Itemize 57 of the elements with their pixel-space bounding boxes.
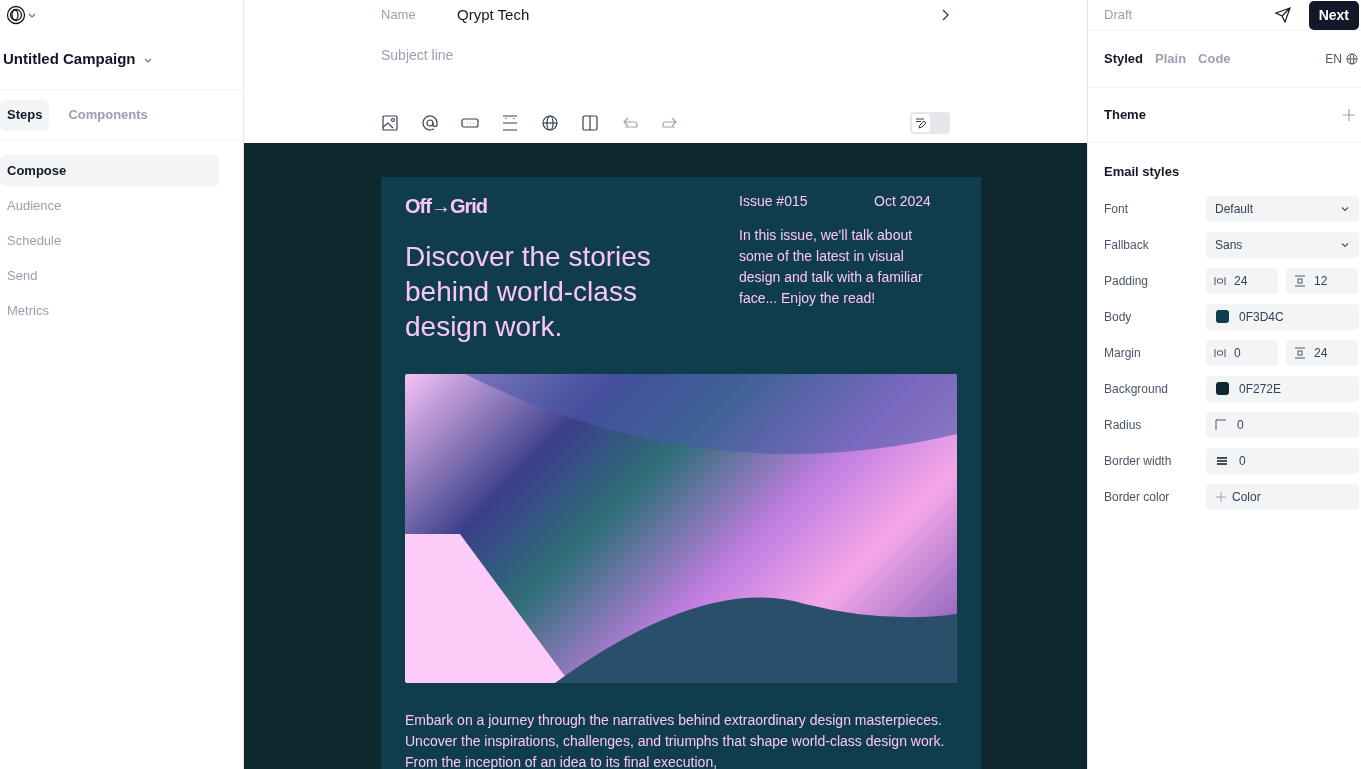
- campaign-dropdown[interactable]: Untitled Campaign: [3, 48, 152, 71]
- style-label: Background: [1104, 380, 1170, 398]
- issue-date: Oct 2024: [874, 191, 931, 211]
- send-icon[interactable]: [1274, 7, 1291, 23]
- headline: Discover the stories behind world-class design work.: [405, 240, 652, 344]
- next-button[interactable]: Next: [1308, 0, 1359, 30]
- vertical-spacing-field[interactable]: 12: [1286, 267, 1358, 294]
- lines-icon: [1215, 454, 1229, 467]
- style-label: Body: [1104, 308, 1133, 326]
- chevron-down-icon[interactable]: [28, 11, 36, 19]
- intro-text: In this issue, we'll talk about some of the latest in visual design and talk with a familiar face... Enjoy the read!: [739, 226, 924, 308]
- color-field[interactable]: 0F3D4C: [1206, 303, 1359, 330]
- sidebar-tab[interactable]: Steps: [0, 99, 50, 131]
- plus-icon: [1216, 491, 1226, 502]
- add-color-button[interactable]: Color: [1206, 483, 1359, 510]
- horizontal-spacing-field[interactable]: 0: [1206, 339, 1278, 366]
- radius-field[interactable]: 0: [1206, 411, 1359, 438]
- style-label: Border width: [1104, 452, 1173, 470]
- issue-number: Issue #015: [739, 191, 809, 211]
- at-sign-icon[interactable]: [421, 113, 439, 132]
- style-label: Border color: [1104, 488, 1171, 506]
- horizontal-padding-icon: [1214, 274, 1226, 287]
- style-label: Font: [1104, 200, 1129, 218]
- globe-icon[interactable]: [541, 113, 559, 132]
- vertical-padding-icon: [1294, 274, 1306, 287]
- status-label: Draft: [1104, 6, 1133, 25]
- style-label: Padding: [1104, 272, 1150, 290]
- select-field[interactable]: Default: [1206, 195, 1359, 222]
- subject-field[interactable]: Subject line: [381, 45, 950, 65]
- spacer-icon[interactable]: [501, 113, 519, 132]
- style-label: Fallback: [1104, 236, 1150, 254]
- select-field[interactable]: Sans: [1206, 231, 1359, 258]
- image-icon[interactable]: [381, 113, 399, 132]
- style-label: Radius: [1104, 416, 1143, 434]
- chevron-right-icon[interactable]: [940, 9, 950, 21]
- style-label: Margin: [1104, 344, 1142, 362]
- vertical-spacing-field[interactable]: 24: [1286, 339, 1358, 366]
- vertical-padding-icon: [1294, 346, 1306, 359]
- edit-icon: [915, 116, 927, 129]
- globe-icon[interactable]: [1346, 53, 1358, 65]
- step-item[interactable]: Compose: [0, 155, 219, 186]
- section-title: Email styles: [1104, 163, 1181, 181]
- language-label[interactable]: EN: [1325, 50, 1342, 68]
- name-label: Name: [381, 6, 417, 25]
- logo-icon[interactable]: [6, 5, 26, 25]
- body-text: Embark on a journey through the narratives behind extraordinary design masterpieces. Uncover the inspirations, challenges, and triumphs that shape world-class design work. From the inception of an idea to its final execution,: [405, 711, 946, 769]
- horizontal-spacing-field[interactable]: 24: [1206, 267, 1278, 294]
- columns-icon[interactable]: [581, 113, 599, 132]
- name-value: Qrypt Tech: [457, 4, 531, 25]
- newsletter-logo: Off→Grid: [405, 194, 488, 219]
- edit-mode-toggle[interactable]: [910, 111, 950, 134]
- section-title: Theme: [1104, 106, 1146, 125]
- corner-icon: [1215, 418, 1227, 431]
- color-field[interactable]: 0F272E: [1206, 375, 1359, 402]
- border-width-field[interactable]: 0: [1206, 447, 1359, 474]
- view-tab[interactable]: Styled: [1104, 49, 1143, 69]
- horizontal-padding-icon: [1214, 346, 1226, 359]
